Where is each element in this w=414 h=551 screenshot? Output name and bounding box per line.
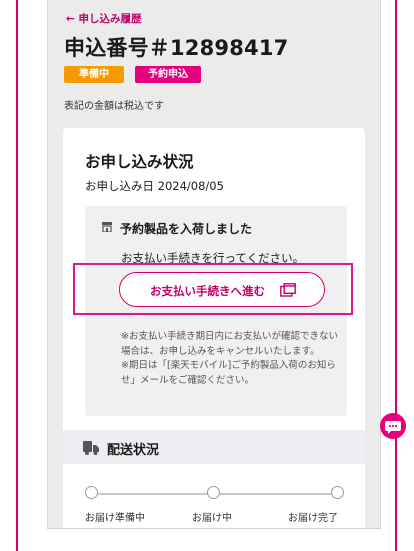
progress-label-preparing: お届け準備中	[85, 513, 145, 524]
progress-label-delivering: お届け中	[192, 513, 232, 524]
application-status-card: お申し込み状況 お申し込み日 2024/08/05 予約製品を入荷しました お支…	[63, 128, 365, 528]
progress-step-delivering-dot	[207, 486, 220, 499]
store-icon	[102, 222, 112, 232]
arrival-heading: 予約製品を入荷しました	[120, 222, 253, 236]
back-to-history-link[interactable]: ← 申し込み履歴	[66, 11, 141, 26]
shipping-status-header: 配送状況	[63, 430, 365, 464]
progress-step-preparing-dot	[85, 486, 98, 499]
truck-icon	[83, 441, 99, 455]
open-window-icon	[280, 283, 296, 297]
shipping-title: 配送状況	[107, 443, 160, 458]
progress-step-delivered-dot	[331, 486, 344, 499]
progress-label-delivered: お届け完了	[288, 513, 338, 524]
progress-line-1	[98, 493, 208, 495]
left-border-line	[16, 0, 18, 551]
status-badge-reservation: 予約申込	[135, 66, 201, 83]
order-number-title: 申込番号＃12898417	[64, 36, 289, 60]
card-title: お申し込み状況	[85, 153, 194, 171]
status-badge-preparing: 準備中	[64, 66, 124, 83]
payment-button-label: お支払い手続きへ進む	[150, 286, 265, 298]
payment-notes: ※お支払い手続き期日内にお支払いが確認できない場合は、お申し込みをキャンセルいた…	[121, 331, 338, 386]
right-border-line	[395, 0, 397, 551]
chat-icon	[385, 421, 401, 434]
progress-line-2	[220, 493, 332, 495]
chat-button[interactable]	[380, 413, 406, 439]
proceed-to-payment-button[interactable]: お支払い手続きへ進む	[119, 272, 325, 307]
tax-note: 表記の金額は税込です	[64, 101, 164, 112]
application-date: お申し込み日 2024/08/05	[85, 179, 224, 193]
